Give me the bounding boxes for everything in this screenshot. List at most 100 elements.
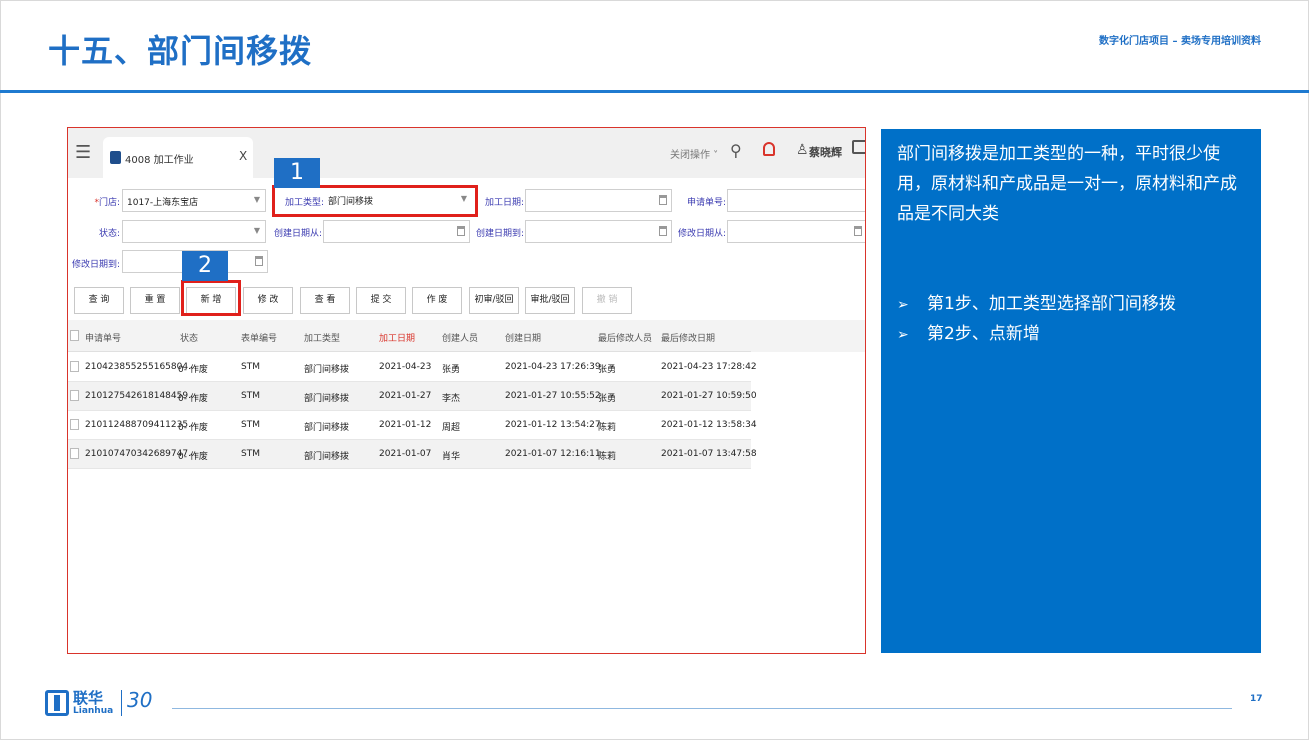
monitor-icon[interactable] (852, 140, 865, 154)
step1-highlight (272, 185, 478, 217)
tab-bar: ☰ 4008 加工作业 X 关闭操作 ˅ ⚲ ♙ 蔡晓辉 (68, 128, 865, 179)
status-select[interactable]: ▼ (122, 220, 266, 243)
cell-status: 0- 作废 (178, 452, 208, 462)
tab-close-icon[interactable]: X (239, 149, 247, 163)
row-checkbox[interactable] (70, 448, 79, 459)
created-from-label: 创建日期从: (273, 229, 322, 239)
column-header[interactable]: 加工类型 (304, 331, 340, 344)
cell-process-date: 2021-01-27 (379, 391, 432, 401)
cell-modified-at: 2021-01-07 13:47:58 (661, 449, 757, 459)
cell-status: 0- 作废 (178, 394, 208, 404)
instruction-description: 部门间移拨是加工类型的一种，平时很少使用，原材料和产成品是一对一，原材料和产成品… (897, 144, 1237, 224)
modified-from-input[interactable] (727, 220, 865, 243)
column-header[interactable]: 申请单号 (85, 331, 121, 344)
user-icon: ♙ (796, 142, 809, 158)
void-button[interactable]: 作 废 (412, 287, 462, 314)
instruction-step2: ➢ 第2步、点新增 (897, 324, 1040, 344)
table-header: 申请单号 状态 表单编号 加工类型 加工日期 创建人员 创建日期 最后修改人员 … (68, 320, 751, 352)
logo-divider (121, 690, 122, 716)
created-to-input[interactable] (525, 220, 672, 243)
tab-processing[interactable]: 4008 加工作业 X (103, 137, 253, 179)
edit-button[interactable]: 修 改 (243, 287, 293, 314)
cell-form-no: STM (241, 449, 260, 459)
column-header[interactable]: 状态 (180, 331, 198, 344)
reset-button[interactable]: 重 置 (130, 287, 180, 314)
slide-subtitle: 数字化门店项目 – 卖场专用培训资料 (1099, 36, 1261, 47)
created-from-input[interactable] (323, 220, 470, 243)
store-label: *门店: (94, 198, 120, 208)
table-header-filler (751, 320, 865, 352)
cell-modifier: 陈莉 (598, 452, 617, 462)
cell-modified-at: 2021-04-23 17:28:42 (661, 362, 757, 372)
table-row[interactable]: 210127542618148459... 0- 作废 STM 部门间移拨 20… (68, 382, 757, 411)
user-name[interactable]: 蔡晓辉 (809, 144, 842, 160)
approve-button[interactable]: 审批/驳回 (525, 287, 575, 314)
created-to-label: 创建日期到: (475, 229, 524, 239)
cell-modified-at: 2021-01-12 13:58:34 (661, 420, 757, 430)
table-row[interactable]: 210423855255165804... 0- 作废 STM 部门间移拨 20… (68, 353, 757, 382)
cell-process-date: 2021-01-12 (379, 420, 432, 430)
notification-bell-icon[interactable] (763, 142, 775, 156)
status-label: 状态: (98, 229, 120, 239)
column-header[interactable]: 加工日期 (379, 331, 415, 344)
cell-type: 部门间移拨 (304, 394, 350, 404)
cell-modifier: 陈莉 (598, 423, 617, 433)
instruction-step1: ➢ 第1步、加工类型选择部门间移拨 (897, 294, 1176, 314)
table-row[interactable]: 210107470342689747... 0- 作废 STM 部门间移拨 20… (68, 440, 757, 469)
first-review-button[interactable]: 初审/驳回 (469, 287, 519, 314)
cell-status: 0- 作废 (178, 423, 208, 433)
revoke-button[interactable]: 撤 销 (582, 287, 632, 314)
column-header[interactable]: 最后修改日期 (661, 331, 715, 344)
cell-created-at: 2021-04-23 17:26:39 (505, 362, 601, 372)
cell-type: 部门间移拨 (304, 452, 350, 462)
row-checkbox[interactable] (70, 419, 79, 430)
cell-type: 部门间移拨 (304, 423, 350, 433)
table-row[interactable]: 210112488709411235... 0- 作废 STM 部门间移拨 20… (68, 411, 757, 440)
cell-modifier: 张勇 (598, 365, 617, 375)
cell-form-no: STM (241, 420, 260, 430)
cell-status: 0- 作废 (178, 365, 208, 375)
column-header[interactable]: 最后修改人员 (598, 331, 652, 344)
request-no-label: 申请单号: (686, 198, 726, 208)
column-header[interactable]: 创建人员 (442, 331, 478, 344)
view-button[interactable]: 查 看 (300, 287, 350, 314)
modified-to-label: 修改日期到: (71, 260, 120, 270)
instruction-panel: 部门间移拨是加工类型的一种，平时很少使用，原材料和产成品是一对一，原材料和产成品… (881, 129, 1261, 653)
menu-icon[interactable]: ☰ (75, 142, 91, 163)
cell-process-date: 2021-01-07 (379, 449, 432, 459)
lianhua-logo-icon (45, 690, 69, 716)
select-all-checkbox[interactable] (70, 330, 79, 341)
modified-from-label: 修改日期从: (677, 229, 726, 239)
slide-title: 十五、部门间移拨 (48, 32, 313, 70)
bullet-arrow-icon: ➢ (897, 297, 909, 313)
row-checkbox[interactable] (70, 390, 79, 401)
tab-label: 4008 加工作业 (125, 155, 194, 166)
calendar-icon (659, 226, 667, 236)
anniversary-logo: 30 (127, 688, 153, 712)
request-no-input[interactable] (727, 189, 865, 212)
cell-created-at: 2021-01-27 10:55:52 (505, 391, 601, 401)
store-select[interactable]: 1017-上海东宝店 ▼ (122, 189, 266, 212)
document-icon (110, 151, 121, 164)
column-header[interactable]: 表单编号 (241, 331, 277, 344)
process-date-input[interactable] (525, 189, 672, 212)
logo-text-en: Lianhua (73, 706, 114, 716)
calendar-icon (255, 256, 263, 266)
search-icon[interactable]: ⚲ (730, 141, 742, 160)
close-operations-menu[interactable]: 关闭操作 ˅ (670, 146, 718, 161)
cell-modified-at: 2021-01-27 10:59:50 (661, 391, 757, 401)
header-divider (0, 90, 1309, 93)
process-date-label: 加工日期: (484, 198, 524, 208)
chevron-down-icon: ▼ (253, 195, 260, 204)
cell-type: 部门间移拨 (304, 365, 350, 375)
query-button[interactable]: 查 询 (74, 287, 124, 314)
chevron-down-icon: ▼ (253, 226, 260, 235)
cell-form-no: STM (241, 391, 260, 401)
calendar-icon (854, 226, 862, 236)
submit-button[interactable]: 提 交 (356, 287, 406, 314)
row-checkbox[interactable] (70, 361, 79, 372)
column-header[interactable]: 创建日期 (505, 331, 541, 344)
calendar-icon (457, 226, 465, 236)
cell-form-no: STM (241, 362, 260, 372)
cell-created-at: 2021-01-12 13:54:27 (505, 420, 601, 430)
